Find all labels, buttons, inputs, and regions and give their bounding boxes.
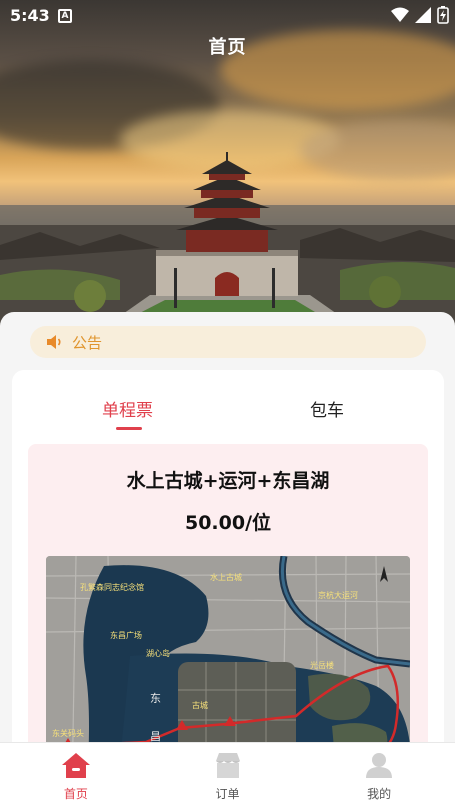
speaker-icon [47, 335, 61, 349]
bottom-nav: 首页 订单 我的 [0, 742, 455, 810]
route-map-image: 孔繁森同志纪念馆 水上古城 京杭大运河 东昌广场 湖心岛 光岳楼 东关码头 古城… [46, 556, 410, 752]
notice-label: 公告 [72, 333, 103, 352]
nav-label-profile: 我的 [367, 787, 392, 801]
map-label-station-right: 光岳楼 [310, 660, 334, 670]
page-title: 首页 [208, 37, 247, 58]
content-sheet: 公告 单程票 包车 水上古城+运河+东昌湖 50.00/位 孔繁森同志纪念馆 水… [0, 312, 455, 752]
map-label-hall: 孔繁森同志纪念馆 [80, 582, 144, 592]
map-label-square: 东昌广场 [110, 630, 142, 640]
notification-a-icon: A [58, 9, 72, 23]
map-label-water-city: 水上古城 [210, 572, 242, 582]
profile-icon [366, 753, 393, 778]
status-bar: 5:43 A [0, 0, 455, 32]
nav-label-orders: 订单 [215, 787, 240, 801]
route-price: 50.00/位 [184, 512, 272, 534]
tab-one-way-ticket[interactable]: 单程票 [102, 396, 153, 421]
route-title: 水上古城+运河+东昌湖 [126, 470, 330, 492]
order-icon [215, 753, 240, 778]
home-icon [61, 753, 90, 778]
notice-bar[interactable]: 公告 [30, 326, 426, 358]
nav-item-home[interactable]: 首页 [0, 743, 152, 810]
battery-icon [437, 6, 449, 24]
status-time: 5:43 [10, 6, 50, 25]
status-icons [391, 6, 449, 24]
route-ticket[interactable]: 水上古城+运河+东昌湖 50.00/位 孔繁森同志纪念馆 水上古城 京杭大运河 … [28, 444, 428, 752]
map-label-lake-island: 湖心岛 [146, 648, 170, 658]
map-label-east: 东 [150, 692, 161, 705]
map-label-canal: 京杭大运河 [318, 590, 358, 600]
tab-charter[interactable]: 包车 [310, 396, 344, 421]
map-label-station-mid: 古城 [192, 700, 208, 710]
ticket-tabs: 单程票 包车 [12, 370, 444, 436]
map-label-station-left: 东关码头 [52, 728, 84, 738]
signal-icon [415, 7, 431, 23]
nav-item-profile[interactable]: 我的 [303, 743, 455, 810]
nav-label-home: 首页 [63, 787, 88, 801]
wifi-icon [391, 7, 409, 22]
nav-item-orders[interactable]: 订单 [152, 743, 304, 810]
ticket-card: 单程票 包车 水上古城+运河+东昌湖 50.00/位 孔繁森同志纪念馆 水上古城… [12, 370, 444, 752]
tab-active-indicator [116, 427, 142, 430]
